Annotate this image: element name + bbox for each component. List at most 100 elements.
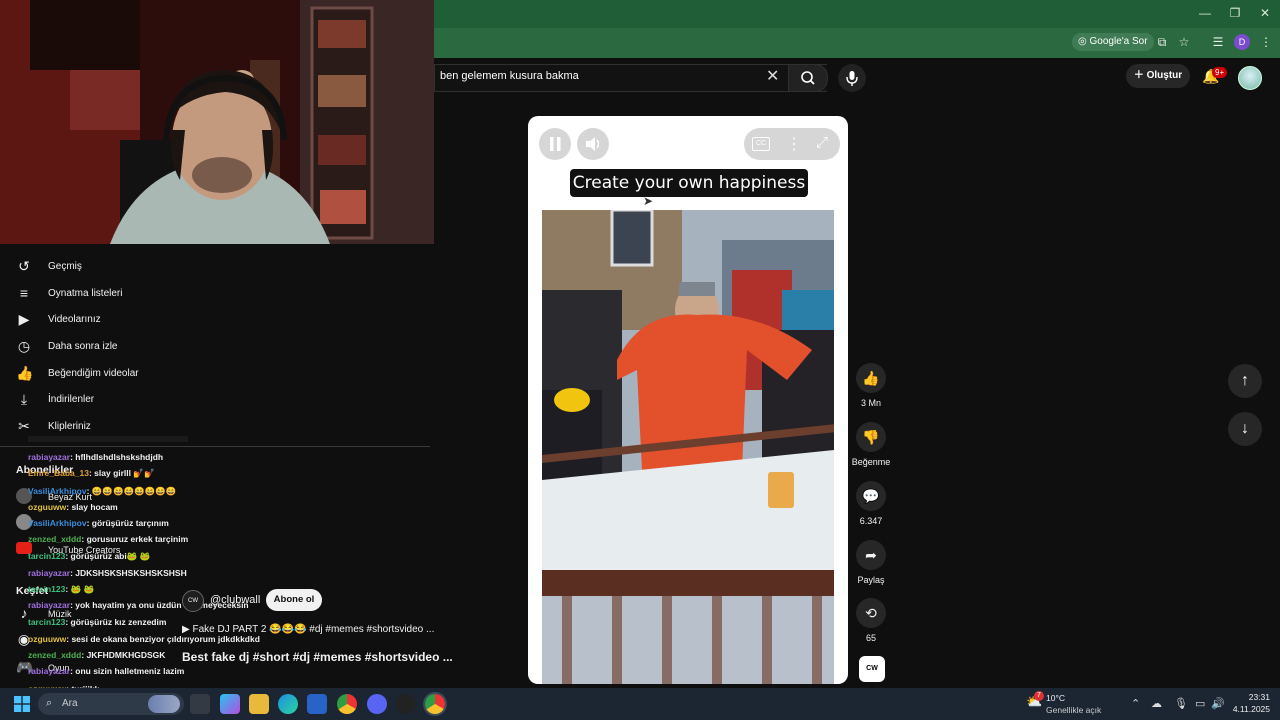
display-icon[interactable]: ▭ xyxy=(1195,697,1205,710)
subscribe-button[interactable]: Abone ol xyxy=(266,589,322,611)
google-sor-button[interactable]: ◎ Google'a Sor xyxy=(1072,33,1154,51)
copilot-icon[interactable] xyxy=(220,694,240,714)
voice-search-button[interactable] xyxy=(838,64,866,92)
thumbs-down-icon: 👎 xyxy=(862,429,880,445)
chat-text: : 🐸 🐸 xyxy=(65,584,95,594)
chat-cutoff-line xyxy=(28,436,188,442)
file-explorer-icon[interactable] xyxy=(249,694,269,714)
browser-profile-avatar[interactable]: D xyxy=(1234,34,1250,50)
chat-username[interactable]: VasiliArkhipov xyxy=(28,518,87,528)
remix-button[interactable]: ⟲ xyxy=(856,598,886,628)
sidebar-item-history[interactable]: ↺ Geçmiş xyxy=(0,256,430,282)
volume-icon xyxy=(586,137,600,151)
chrome-icon[interactable] xyxy=(337,694,357,714)
sidebar-item-downloads[interactable]: ⤓ İndirilenler xyxy=(0,389,430,415)
pause-button[interactable] xyxy=(539,128,571,160)
chat-username[interactable]: rabiayazar xyxy=(28,568,70,578)
video-frame xyxy=(542,210,834,684)
fullscreen-icon[interactable]: ⤢ xyxy=(816,134,828,151)
chat-message: rabiayazar: JDKSHSKSHSKSHSKSHSH xyxy=(28,568,187,578)
chat-text: : görüşürüz tarçınım xyxy=(86,518,169,528)
chat-username[interactable]: zenzed_xddd xyxy=(28,534,81,544)
windows-logo-icon xyxy=(14,696,30,712)
like-count: 3 Mn xyxy=(860,398,881,408)
chat-username[interactable]: zenzed_xddd xyxy=(28,650,81,660)
weather-temp: 10°C xyxy=(1046,693,1065,703)
windows-start-icon[interactable] xyxy=(14,696,30,712)
chat-text: : sesi de okana benziyor çıldırıyorum jd… xyxy=(66,634,260,644)
video-scene-image xyxy=(542,210,834,684)
more-menu-icon[interactable]: ⋮ xyxy=(1258,34,1274,50)
watch-later-icon: ◷ xyxy=(17,338,31,354)
chat-message: ozguuww: sesi de okana benziyor çıldırıy… xyxy=(28,634,260,644)
player-more-icon[interactable]: ⋮ xyxy=(786,134,802,154)
edge-icon[interactable] xyxy=(278,694,298,714)
chat-username[interactable]: tarcin123 xyxy=(28,617,65,627)
playlist-icon: ≡ xyxy=(19,285,29,301)
comments-button[interactable]: 💬 xyxy=(856,481,886,511)
chat-username[interactable]: tarcin123 xyxy=(28,584,65,594)
clock-time[interactable]: 23:31 xyxy=(1230,692,1270,702)
chat-username[interactable]: Emre_Baba_13 xyxy=(28,468,89,478)
reading-list-icon[interactable]: ☰ xyxy=(1210,34,1226,50)
chat-message: VasiliArkhipov: 😄😄😄😄😄😄😄😄 xyxy=(28,486,176,497)
sidebar-item-your-videos[interactable]: ▶ Videolarınız xyxy=(0,309,430,335)
video-caption: Create your own happiness 😅 xyxy=(570,169,808,221)
share-label: Paylaş xyxy=(857,575,885,585)
restore-icon[interactable]: ❐ xyxy=(1220,6,1250,22)
chat-username[interactable]: VasiliArkhipov xyxy=(28,486,87,496)
search-icon-taskbar: ⌕ xyxy=(46,697,53,709)
sidebar-item-liked-videos[interactable]: 👍 Beğendiğim videolar xyxy=(0,363,430,389)
chrome-profile-icon[interactable] xyxy=(425,694,445,714)
download-icon: ⤓ xyxy=(20,391,28,407)
discord-icon[interactable] xyxy=(367,694,387,714)
remix-icon: ⟲ xyxy=(865,605,877,621)
channel-logo[interactable]: CW xyxy=(182,590,204,612)
sound-source-thumbnail[interactable]: CW xyxy=(859,656,885,682)
bookmark-star-icon[interactable]: ☆ xyxy=(1176,34,1192,50)
chat-message: tarcin123: 🐸 🐸 xyxy=(28,584,94,595)
chat-username[interactable]: ozguuww xyxy=(28,634,66,644)
chat-username[interactable]: rabiayazar xyxy=(28,452,70,462)
previous-short-button[interactable]: ↑ xyxy=(1228,364,1262,398)
chat-message: zenzed_xddd: gorusuruz erkek tarçinim xyxy=(28,534,188,544)
remix-count: 65 xyxy=(865,633,876,643)
weather-badge: 7 xyxy=(1034,691,1044,701)
clear-search-icon[interactable]: ✕ xyxy=(766,66,779,86)
share-button[interactable]: ➦ xyxy=(856,540,886,570)
next-short-button[interactable]: ↓ xyxy=(1228,412,1262,446)
captions-icon[interactable]: CC xyxy=(752,137,770,151)
like-button[interactable]: 👍 xyxy=(856,363,886,393)
chat-text: : görüşürüz abi🐸 🐸 xyxy=(65,551,151,561)
tray-app-icon[interactable]: ☁ xyxy=(1151,697,1162,710)
dislike-button[interactable]: 👎 xyxy=(856,422,886,452)
music-line[interactable]: ▶ Fake DJ PART 2 😂😂😂 #dj #memes #shortsv… xyxy=(182,624,434,635)
close-window-icon[interactable]: ✕ xyxy=(1250,6,1280,22)
clock-date[interactable]: 4.11.2025 xyxy=(1218,704,1270,714)
volume-button[interactable] xyxy=(577,128,609,160)
install-app-icon[interactable]: ⧉ xyxy=(1154,34,1170,50)
user-avatar[interactable] xyxy=(1238,66,1262,90)
tray-chevron-icon[interactable]: ⌃ xyxy=(1131,697,1140,710)
short-title[interactable]: Best fake dj #short #dj #memes #shortsvi… xyxy=(182,650,453,664)
channel-handle[interactable]: @clubwall xyxy=(210,594,260,606)
chat-text: : 😄😄😄😄😄😄😄😄 xyxy=(86,486,177,496)
store-icon[interactable] xyxy=(307,694,327,714)
chat-username[interactable]: rabiayazar xyxy=(28,666,70,676)
task-view-icon[interactable] xyxy=(190,694,210,714)
chat-text: : görüşürüz kız zenzedim xyxy=(65,617,167,627)
search-button[interactable] xyxy=(788,64,828,92)
sidebar-item-playlists[interactable]: ≡ Oynatma listeleri xyxy=(0,283,430,309)
chat-username[interactable]: ozguuww xyxy=(28,502,66,512)
arrow-up-icon: ↑ xyxy=(1241,372,1249,389)
chat-username[interactable]: tarcin123 xyxy=(28,551,65,561)
sidebar-item-watch-later[interactable]: ◷ Daha sonra izle xyxy=(0,336,430,362)
chat-message: rabiayazar: hflhdlshdlshskshdjdh xyxy=(28,452,163,462)
create-button[interactable]: ＋ Oluştur xyxy=(1126,64,1190,88)
tray-mic-icon[interactable]: 🎙 xyxy=(1174,697,1188,710)
google-lens-icon: ◎ xyxy=(1078,36,1090,47)
comment-icon: 💬 xyxy=(862,488,880,504)
chat-username[interactable]: rabiayazar xyxy=(28,600,70,610)
obs-icon[interactable] xyxy=(396,694,416,714)
minimize-icon[interactable]: — xyxy=(1190,6,1220,22)
